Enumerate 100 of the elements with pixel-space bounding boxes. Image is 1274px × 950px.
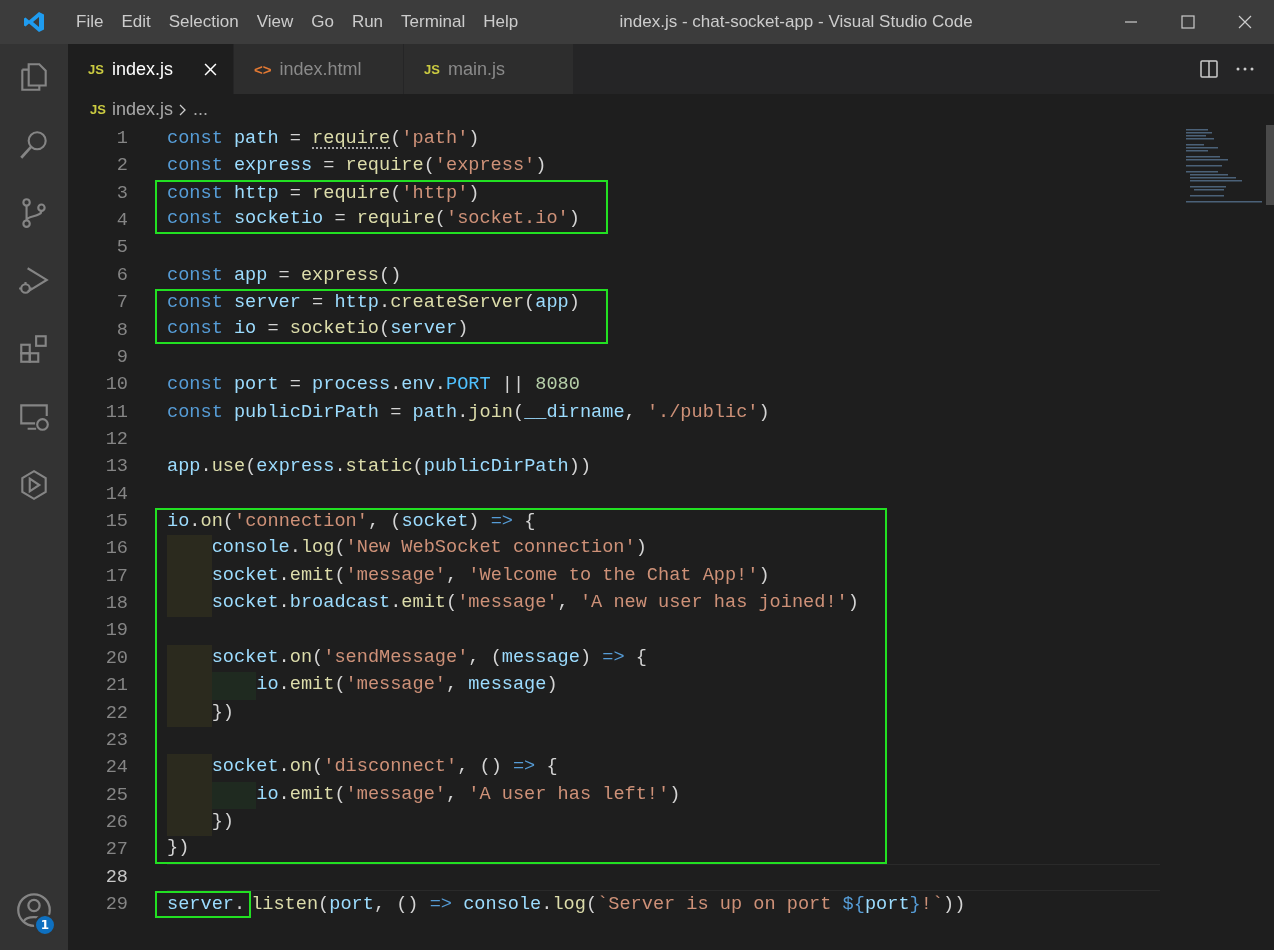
identifier: http <box>233 181 279 206</box>
code-punctuation: ) <box>669 782 681 807</box>
editor-tab[interactable]: <> index.html <box>234 44 404 94</box>
identifier: app <box>233 263 268 288</box>
keyword: => <box>490 510 513 535</box>
account-icon[interactable] <box>16 892 52 928</box>
identifier: http <box>334 291 380 316</box>
window-title: index.js - chat-socket-app - Visual Studio Code <box>618 12 974 32</box>
function-name: emit <box>289 563 335 588</box>
keyword: const <box>167 400 224 425</box>
string-literal: 'message' <box>345 673 446 698</box>
identifier: io <box>256 782 279 807</box>
code-punctuation: || <box>500 373 526 398</box>
code-punctuation: , <box>446 782 459 807</box>
editor-tab[interactable]: JS index.js <box>68 44 234 94</box>
line-number: 25 <box>104 783 128 808</box>
code-punctuation: . <box>200 455 212 480</box>
identifier: server <box>390 316 458 341</box>
code-punctuation: . <box>457 400 469 425</box>
function-name: emit <box>289 673 335 698</box>
identifier: socketio <box>233 207 324 232</box>
code-punctuation: ( <box>512 400 525 425</box>
code-punctuation: , <box>624 400 637 425</box>
keyword: => <box>602 645 625 670</box>
code-punctuation: ) <box>579 645 593 670</box>
code-punctuation: . <box>278 563 290 588</box>
menu-item[interactable]: Go <box>303 12 344 32</box>
code-punctuation: ) <box>546 673 558 698</box>
identifier: __dirname <box>524 400 625 425</box>
more-actions-icon[interactable] <box>1236 67 1254 71</box>
editor-tab[interactable]: JS main.js <box>404 44 574 94</box>
close-icon[interactable] <box>1238 15 1252 29</box>
number-literal: 8080 <box>535 373 580 398</box>
code-punctuation: }) <box>167 836 190 861</box>
string-literal: './public' <box>646 400 759 425</box>
menu-item[interactable]: Help <box>475 12 529 32</box>
code-punctuation: () <box>379 263 402 288</box>
function-name: on <box>289 645 313 670</box>
identifier: server <box>233 291 301 316</box>
code-punctuation: , () <box>373 893 420 918</box>
code-punctuation: ) <box>535 154 547 179</box>
code-punctuation: ( <box>222 510 234 535</box>
menu-item[interactable]: File <box>68 12 114 32</box>
code-punctuation: { <box>545 755 558 780</box>
code-punctuation: , () <box>457 755 503 780</box>
function-name: require <box>356 207 435 232</box>
line-number: 13 <box>104 455 128 480</box>
menu-item[interactable]: Selection <box>160 12 249 32</box>
string-literal: 'express' <box>434 154 536 179</box>
string-literal: 'Welcome to the Chat App!' <box>468 563 759 588</box>
code-punctuation: . <box>379 291 391 316</box>
code-punctuation: ( <box>434 207 446 232</box>
code-punctuation: )) <box>943 893 966 918</box>
menu-item[interactable]: Terminal <box>393 12 476 32</box>
string-literal: 'New WebSocket connection' <box>345 536 636 561</box>
code-punctuation: = <box>288 373 302 398</box>
line-number: 6 <box>115 263 128 288</box>
function-name: join <box>468 400 513 425</box>
line-number: 29 <box>104 893 128 918</box>
code-punctuation: ) <box>568 291 580 316</box>
line-number: 11 <box>104 400 128 425</box>
code-punctuation: , <box>446 673 459 698</box>
function-name: emit <box>401 591 446 616</box>
function-name: require <box>345 154 424 179</box>
constant: PORT <box>446 373 491 398</box>
line-number: 8 <box>115 318 128 343</box>
code-punctuation: ) <box>758 563 770 588</box>
menu-item[interactable]: Edit <box>113 12 161 32</box>
function-name: listen <box>251 893 319 918</box>
menu-item[interactable]: View <box>248 12 304 32</box>
line-number: 1 <box>115 127 128 151</box>
breadcrumb-item[interactable]: index.js <box>111 99 173 120</box>
string-literal: !` <box>920 893 944 918</box>
code-punctuation: . <box>278 591 290 616</box>
string-literal: 'message' <box>457 591 558 616</box>
code-punctuation: ( <box>412 455 424 480</box>
code-punctuation: ) <box>568 207 580 232</box>
string-literal: 'http' <box>401 181 469 206</box>
breadcrumb-item[interactable]: ... <box>192 99 208 120</box>
identifier: app <box>167 455 201 480</box>
string-literal: 'message' <box>345 782 446 807</box>
line-number: 23 <box>104 728 128 753</box>
menu-item[interactable]: Run <box>343 12 394 32</box>
function-name: on <box>200 510 223 535</box>
string-literal: 'sendMessage' <box>323 645 469 670</box>
line-number: 22 <box>104 701 128 726</box>
code-punctuation: . <box>233 891 252 919</box>
identifier: express <box>233 154 313 179</box>
split-editor-icon[interactable] <box>1200 60 1218 78</box>
identifier: env <box>401 373 435 398</box>
identifier: path <box>412 400 458 425</box>
string-literal: 'path' <box>401 127 469 151</box>
keyword: const <box>167 207 224 232</box>
identifier: app <box>535 291 569 316</box>
identifier: socket <box>211 591 279 616</box>
maximize-icon[interactable] <box>1181 15 1195 29</box>
code-punctuation: ) <box>468 181 480 206</box>
line-number: 21 <box>104 674 128 699</box>
code-punctuation: ( <box>524 291 536 316</box>
identifier: io <box>233 316 257 341</box>
